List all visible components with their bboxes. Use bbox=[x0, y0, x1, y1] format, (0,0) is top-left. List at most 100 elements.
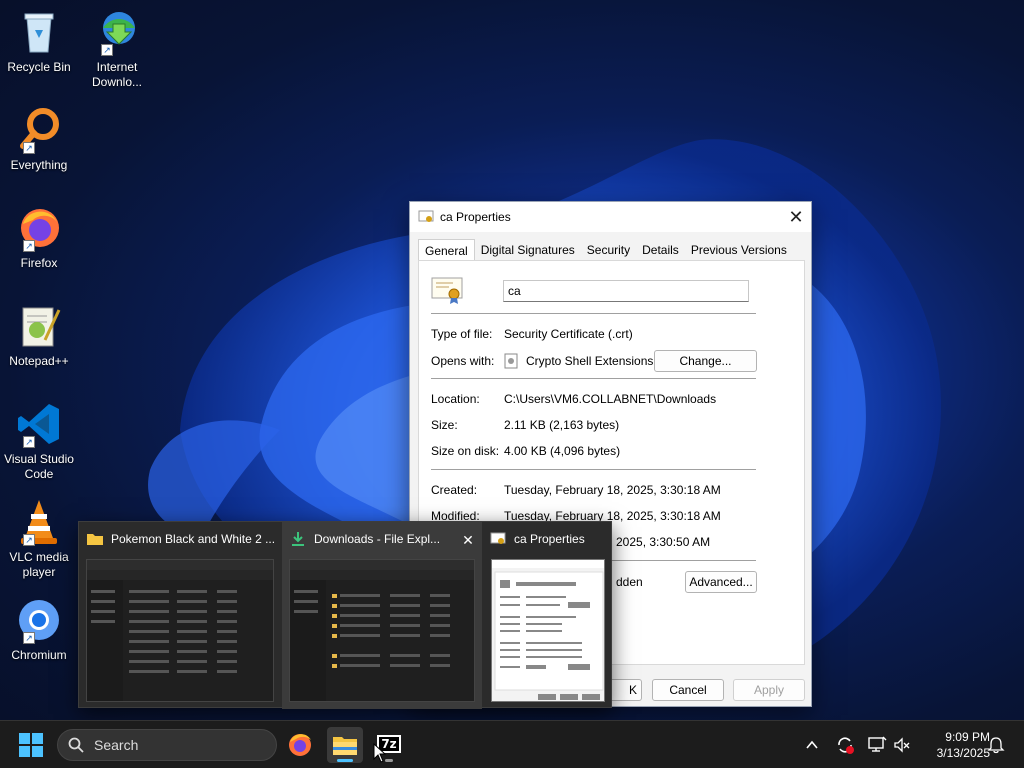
system-clock[interactable]: 9:09 PM 3/13/2025 bbox=[918, 729, 990, 761]
thumbnail-preview-explorer bbox=[86, 559, 274, 702]
desktop-icon-recycle-bin[interactable]: Recycle Bin bbox=[4, 8, 74, 75]
change-button[interactable]: Change... bbox=[654, 350, 757, 372]
apply-button[interactable]: Apply bbox=[733, 679, 805, 701]
firefox-icon bbox=[289, 734, 311, 756]
internet-download-manager-icon: ↗ bbox=[93, 8, 141, 56]
tab-general[interactable]: General bbox=[418, 239, 475, 261]
download-icon bbox=[292, 532, 304, 546]
separator bbox=[431, 313, 756, 314]
size-on-disk-value: 4.00 KB (4,096 bytes) bbox=[504, 444, 621, 458]
chevron-up-icon[interactable] bbox=[805, 738, 819, 752]
desktop-icon-internet-download-manager[interactable]: ↗ Internet Downlo... bbox=[82, 8, 152, 90]
thumbnail-ca-properties[interactable]: ca Properties bbox=[482, 522, 613, 709]
shortcut-arrow-icon: ↗ bbox=[23, 240, 35, 252]
thumbnail-title-text: ca Properties bbox=[514, 532, 585, 546]
folder-icon bbox=[87, 534, 103, 545]
shortcut-arrow-icon: ↗ bbox=[23, 534, 35, 546]
shortcut-arrow-icon: ↗ bbox=[101, 44, 113, 56]
notification-bell-icon[interactable] bbox=[987, 736, 1005, 754]
search-icon bbox=[68, 737, 84, 753]
network-icon[interactable] bbox=[867, 736, 887, 754]
location-row: Location: C:\Users\VM6.COLLABNET\Downloa… bbox=[431, 392, 716, 406]
location-value: C:\Users\VM6.COLLABNET\Downloads bbox=[504, 392, 717, 406]
size-label: Size: bbox=[431, 418, 458, 432]
taskbar-thumbnail-flyout: Pokemon Black and White 2 ... Downloads … bbox=[78, 521, 613, 709]
notepad-plus-plus-icon bbox=[15, 302, 63, 350]
shortcut-arrow-icon: ↗ bbox=[23, 436, 35, 448]
tab-digital-signatures[interactable]: Digital Signatures bbox=[475, 239, 581, 261]
opens-value: Crypto Shell Extensions bbox=[526, 354, 654, 368]
tab-details[interactable]: Details bbox=[636, 239, 685, 261]
dialog-title: ca Properties bbox=[440, 210, 511, 224]
certificate-large-icon bbox=[431, 277, 463, 304]
start-button[interactable] bbox=[19, 733, 43, 757]
desktop-icon-chromium[interactable]: ↗ Chromium bbox=[4, 596, 74, 663]
separator bbox=[431, 469, 756, 470]
desktop-icon-label: Everything bbox=[10, 158, 68, 172]
desktop-icon-label: Recycle Bin bbox=[7, 60, 71, 74]
dialog-titlebar[interactable]: ca Properties ✕ bbox=[410, 202, 811, 232]
created-value: Tuesday, February 18, 2025, 3:30:18 AM bbox=[504, 483, 721, 497]
vscode-icon: ↗ bbox=[15, 400, 63, 448]
hidden-label: dden bbox=[616, 575, 643, 589]
active-indicator bbox=[337, 759, 353, 762]
thumbnail-title: Pokemon Black and White 2 ... bbox=[87, 532, 282, 546]
thumbnail-title: Downloads - File Expl... bbox=[290, 532, 450, 546]
everything-search-icon: ↗ bbox=[15, 106, 63, 154]
thumbnail-close-button[interactable]: ✕ bbox=[458, 530, 478, 550]
desktop-icon-label: Firefox bbox=[20, 256, 58, 270]
clock-time: 9:09 PM bbox=[945, 730, 990, 744]
certificate-icon bbox=[490, 532, 506, 544]
desktop-icon-label: Notepad++ bbox=[9, 354, 69, 368]
mouse-cursor-icon bbox=[373, 743, 387, 763]
close-button[interactable]: ✕ bbox=[781, 202, 811, 232]
desktop-icon-vlc[interactable]: ↗ VLC media player bbox=[4, 498, 74, 580]
search-placeholder: Search bbox=[94, 737, 139, 753]
file-explorer-icon bbox=[333, 737, 357, 755]
created-label: Created: bbox=[431, 483, 478, 497]
firefox-icon: ↗ bbox=[15, 204, 63, 252]
advanced-button[interactable]: Advanced... bbox=[685, 571, 757, 593]
chromium-icon: ↗ bbox=[15, 596, 63, 644]
desktop-icon-everything[interactable]: ↗ Everything bbox=[4, 106, 74, 173]
opens-label: Opens with: bbox=[431, 354, 495, 368]
shortcut-arrow-icon: ↗ bbox=[23, 142, 35, 154]
cancel-button[interactable]: Cancel bbox=[652, 679, 724, 701]
size-value: 2.11 KB (2,163 bytes) bbox=[504, 418, 620, 432]
windows-logo-pane bbox=[32, 746, 43, 757]
tab-security[interactable]: Security bbox=[581, 239, 636, 261]
file-name-field[interactable]: ca bbox=[503, 280, 749, 302]
type-label: Type of file: bbox=[431, 327, 493, 341]
thumbnail-title-text: Downloads - File Expl... bbox=[314, 532, 441, 546]
dialog-tabs: General Digital Signatures Security Deta… bbox=[418, 239, 793, 261]
created-row: Created: Tuesday, February 18, 2025, 3:3… bbox=[431, 483, 721, 497]
desktop-icon-vscode[interactable]: ↗ Visual Studio Code bbox=[4, 400, 74, 482]
accessed-row: 2025, 3:30:50 AM bbox=[616, 535, 710, 549]
size-on-disk-row: Size on disk: 4.00 KB (4,096 bytes) bbox=[431, 444, 620, 458]
desktop-icon-label: VLC media player bbox=[9, 550, 69, 579]
shortcut-arrow-icon: ↗ bbox=[23, 632, 35, 644]
taskbar-search[interactable]: Search bbox=[57, 729, 277, 761]
taskbar-firefox[interactable] bbox=[282, 727, 318, 763]
tab-previous-versions[interactable]: Previous Versions bbox=[685, 239, 793, 261]
attributes-row: dden bbox=[616, 575, 643, 589]
sync-icon[interactable] bbox=[835, 735, 855, 755]
size-row: Size: 2.11 KB (2,163 bytes) bbox=[431, 418, 619, 432]
thumbnail-pokemon-folder[interactable]: Pokemon Black and White 2 ... bbox=[79, 522, 282, 709]
desktop-icon-label: Visual Studio Code bbox=[4, 452, 74, 481]
volume-muted-icon[interactable] bbox=[893, 736, 911, 754]
thumbnail-preview-downloads bbox=[289, 559, 475, 702]
thumbnail-preview-properties bbox=[491, 559, 605, 702]
windows-logo-icon bbox=[19, 733, 30, 744]
windows-logo-pane bbox=[32, 733, 43, 744]
taskbar: Search 7z 9:09 PM 3/13/2025 bbox=[0, 720, 1024, 768]
vlc-icon: ↗ bbox=[15, 498, 63, 546]
clock-date: 3/13/2025 bbox=[936, 746, 990, 760]
recycle-bin-icon bbox=[15, 8, 63, 56]
thumbnail-downloads-explorer[interactable]: Downloads - File Expl... ✕ bbox=[282, 522, 482, 709]
desktop-icon-firefox[interactable]: ↗ Firefox bbox=[4, 204, 74, 271]
desktop-icon-notepad-plus-plus[interactable]: Notepad++ bbox=[4, 302, 74, 369]
location-label: Location: bbox=[431, 392, 480, 406]
taskbar-file-explorer[interactable] bbox=[327, 727, 363, 763]
accessed-value: 2025, 3:30:50 AM bbox=[616, 535, 711, 549]
